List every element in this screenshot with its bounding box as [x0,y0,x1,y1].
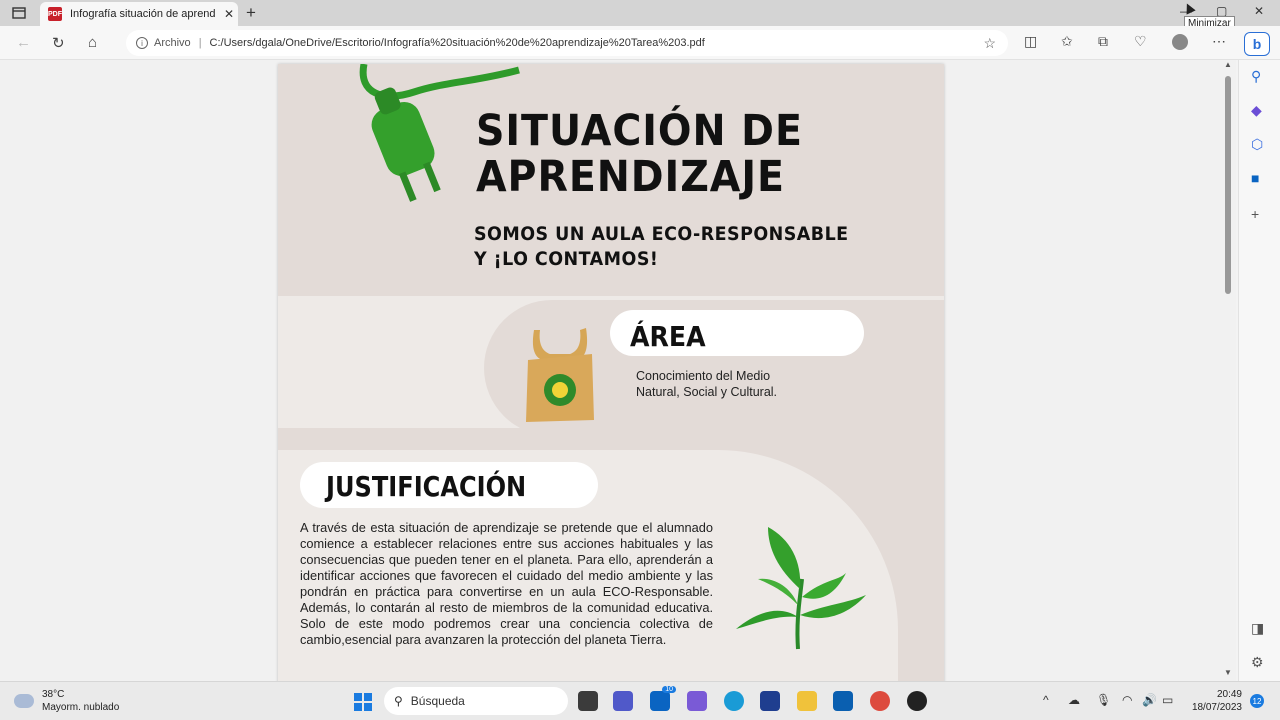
clock[interactable]: 20:49 18/07/2023 [1186,688,1242,714]
eco-bag-icon [526,328,594,422]
area-heading: ÁREA [630,320,706,353]
favorites-icon[interactable]: ✩ [1061,33,1073,50]
pdf-viewer[interactable]: SITUACIÓN DE APRENDIZAJE SOMOS UN AULA E… [0,60,1236,681]
search-label: Búsqueda [410,694,465,708]
weather-temp: 38°C [42,689,65,700]
settings-gear-icon[interactable]: ⚙ [1251,654,1264,671]
microphone-icon[interactable]: 🎙 [1096,693,1111,707]
taskbar: 38°C Mayorm. nublado ⚲ Búsqueda 10 ^ ☁ 🎙… [0,681,1280,720]
browser-essentials-icon[interactable]: ♡ [1134,33,1147,50]
area-text-line-2: Natural, Social y Cultural. [636,385,778,399]
url-text[interactable]: C:/Users/dgala/OneDrive/Escritorio/Infog… [210,37,705,49]
chrome-icon[interactable] [870,691,890,711]
divider: | [198,37,202,49]
weather-desc: Mayorm. nublado [42,702,120,713]
address-bar[interactable]: i Archivo | C:/Users/dgala/OneDrive/Escr… [126,30,1008,56]
file-label: Archivo [154,37,191,49]
add-icon[interactable]: + [1251,206,1259,222]
office-icon[interactable]: ⬡ [1251,136,1263,153]
store-icon[interactable] [760,691,780,711]
area-text-line-1: Conocimiento del Medio [636,369,771,383]
subtitle-line-2: Y ¡LO CONTAMOS! [474,248,659,270]
weather-text: 38°C Mayorm. nublado [42,688,119,714]
file-explorer-icon[interactable] [797,691,817,711]
battery-icon[interactable]: ▭ [1162,693,1173,707]
cloud-icon [14,694,34,708]
profile-avatar[interactable] [1172,34,1188,50]
mail-badge: 10 [662,686,676,693]
tray-chevron-icon[interactable]: ^ [1043,693,1049,707]
vertical-scrollbar[interactable]: ▲ ▼ [1222,60,1234,680]
refresh-icon[interactable]: ↻ [52,34,65,52]
justification-text: A través de esta situación de aprendizaj… [300,520,713,647]
panel-icon[interactable]: ◨ [1251,620,1264,637]
more-options-icon[interactable]: ⋯ [1212,33,1226,50]
outlook-icon[interactable]: ■ [1251,170,1259,186]
home-icon[interactable]: ⌂ [88,34,97,51]
title-line-1: SITUACIÓN DE [476,106,803,156]
search-icon[interactable]: ⚲ [1251,68,1261,85]
subtitle-line-1: SOMOS UN AULA ECO-RESPONSABLE [474,223,849,245]
scroll-up-icon[interactable]: ▲ [1224,60,1232,69]
weather-widget[interactable]: 38°C Mayorm. nublado [14,688,119,714]
pdf-page: SITUACIÓN DE APRENDIZAJE SOMOS UN AULA E… [278,64,944,681]
edge-sidebar: ⚲ ◆ ⬡ ■ + ◨ ⚙ [1238,60,1280,681]
shopping-icon[interactable]: ◆ [1251,102,1262,119]
plant-icon [736,527,866,650]
info-icon[interactable]: i [136,37,148,49]
area-text: Conocimiento del Medio Natural, Social y… [636,368,777,400]
back-icon[interactable]: ← [16,34,31,51]
task-view-icon[interactable] [578,691,598,711]
volume-icon[interactable]: 🔊 [1142,693,1157,707]
start-button[interactable] [354,693,372,711]
tab-actions-icon[interactable] [8,4,30,22]
notification-badge[interactable]: 12 [1250,694,1264,708]
close-window-icon[interactable]: ✕ [1254,4,1264,18]
outlook-taskbar-icon[interactable] [833,691,853,711]
app-icon[interactable] [687,691,707,711]
clock-date: 18/07/2023 [1191,702,1242,713]
scrollbar-thumb[interactable] [1225,76,1231,294]
recorder-icon[interactable] [907,691,927,711]
wifi-icon[interactable]: ◠ [1122,693,1132,707]
onedrive-icon[interactable]: ☁ [1068,693,1080,707]
collections-icon[interactable]: ⧉ [1098,33,1108,50]
scroll-down-icon[interactable]: ▼ [1224,668,1232,677]
edge-icon[interactable] [724,691,744,711]
tab-active[interactable]: PDF Infografía situación de aprendiza ✕ [40,2,238,26]
justification-heading: JUSTIFICACIÓN [326,470,527,503]
pdf-icon: PDF [48,7,62,21]
page-title: SITUACIÓN DE APRENDIZAJE [476,108,803,200]
search-icon: ⚲ [394,694,403,708]
close-tab-icon[interactable]: ✕ [224,7,234,21]
taskbar-search[interactable]: ⚲ Búsqueda [384,687,568,715]
mail-icon[interactable]: 10 [650,686,676,711]
teams-icon[interactable] [613,691,633,711]
new-tab-button[interactable]: + [246,3,256,23]
address-toolbar: ← ↻ ⌂ i Archivo | C:/Users/dgala/OneDriv… [0,26,1280,60]
title-line-2: APRENDIZAJE [476,152,785,202]
tab-title: Infografía situación de aprendiza [70,8,216,20]
copilot-icon[interactable]: b [1244,32,1270,56]
favorite-star-icon[interactable]: ☆ [983,35,996,52]
page-subtitle: SOMOS UN AULA ECO-RESPONSABLE Y ¡LO CONT… [474,222,849,272]
clock-time: 20:49 [1216,689,1242,700]
split-screen-icon[interactable]: ◫ [1024,33,1037,50]
tab-bar: PDF Infografía situación de aprendiza ✕ … [0,0,1280,26]
